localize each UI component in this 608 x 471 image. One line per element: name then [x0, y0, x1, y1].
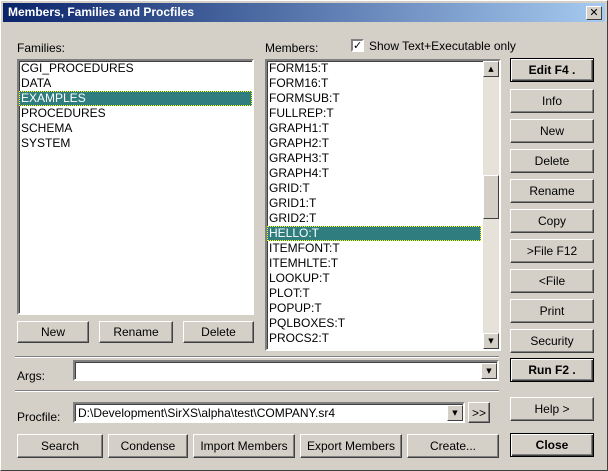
- families-list-item[interactable]: EXAMPLES: [19, 91, 252, 106]
- families-list-item[interactable]: CGI_PROCEDURES: [19, 61, 252, 76]
- file-out-label: >File F12: [526, 244, 578, 258]
- triangle-down-icon: ▼: [488, 337, 494, 345]
- run-button[interactable]: Run F2 .: [510, 358, 594, 382]
- members-list-item[interactable]: GRAPH1:T: [267, 121, 481, 136]
- args-label: Args:: [17, 369, 46, 383]
- families-list-item[interactable]: SYSTEM: [19, 136, 252, 151]
- members-list-item[interactable]: POPUP:T: [267, 301, 481, 316]
- families-list[interactable]: CGI_PROCEDURES DATA EXAMPLES PROCEDURES SCHE…: [17, 59, 254, 315]
- members-list-item[interactable]: GRID1:T: [267, 196, 481, 211]
- members-list-item[interactable]: GRID2:T: [267, 211, 481, 226]
- separator-2: [15, 390, 499, 392]
- family-delete-button[interactable]: Delete: [183, 321, 254, 343]
- members-list-item[interactable]: GRAPH3:T: [267, 151, 481, 166]
- help-label: Help >: [534, 402, 570, 416]
- info-label: Info: [541, 94, 562, 108]
- checkmark-icon: ✓: [353, 39, 363, 52]
- import-members-button[interactable]: Import Members: [193, 434, 295, 458]
- members-list[interactable]: FORM15:T FORM16:T FORMSUB:T FULLREP:T GRAPH1…: [267, 61, 481, 349]
- search-label: Search: [40, 439, 80, 453]
- members-list-item[interactable]: GRAPH2:T: [267, 136, 481, 151]
- window-title: Members, Families and Procfiles: [8, 5, 195, 19]
- rename-member-label: Rename: [529, 184, 575, 198]
- show-text-checkbox[interactable]: ✓: [351, 39, 364, 52]
- members-list-item[interactable]: PROCS2:T: [267, 331, 481, 346]
- scroll-down-button[interactable]: ▼: [483, 333, 499, 349]
- args-combo[interactable]: ▼: [73, 360, 499, 381]
- file-in-button[interactable]: <File: [510, 269, 594, 293]
- close-button[interactable]: Close: [510, 433, 594, 457]
- security-button[interactable]: Security: [510, 329, 594, 353]
- scroll-up-button[interactable]: ▲: [483, 61, 499, 77]
- members-label: Members:: [265, 41, 319, 55]
- edit-label: Edit F4 .: [528, 63, 576, 77]
- members-list-item[interactable]: PQLBOXES:T: [267, 316, 481, 331]
- print-label: Print: [539, 304, 565, 318]
- members-list-frame: FORM15:T FORM16:T FORMSUB:T FULLREP:T GRAPH1…: [265, 59, 501, 351]
- family-delete-label: Delete: [201, 325, 236, 339]
- members-list-item[interactable]: FULLREP:T: [267, 106, 481, 121]
- export-members-label: Export Members: [306, 439, 396, 453]
- members-list-item[interactable]: LOOKUP:T: [267, 271, 481, 286]
- copy-label: Copy: [537, 214, 566, 228]
- members-list-item[interactable]: ITEMFONT:T: [267, 241, 481, 256]
- family-rename-label: Rename: [113, 325, 159, 339]
- condense-label: Condense: [120, 439, 176, 453]
- separator: [15, 356, 499, 358]
- print-button[interactable]: Print: [510, 299, 594, 323]
- families-label: Families:: [17, 41, 66, 55]
- families-list-item[interactable]: SCHEMA: [19, 121, 252, 136]
- members-list-item[interactable]: GRID:T: [267, 181, 481, 196]
- export-members-button[interactable]: Export Members: [300, 434, 402, 458]
- members-list-item[interactable]: FORM15:T: [267, 61, 481, 76]
- help-button[interactable]: Help >: [510, 397, 594, 421]
- family-rename-button[interactable]: Rename: [99, 321, 173, 343]
- scroll-thumb[interactable]: [483, 175, 499, 219]
- members-list-item[interactable]: PLOT:T: [267, 286, 481, 301]
- procfile-more-button[interactable]: >>: [468, 402, 490, 423]
- condense-button[interactable]: Condense: [108, 434, 188, 458]
- file-in-label: <File: [538, 274, 566, 288]
- close-icon: ✕: [589, 6, 599, 19]
- create-button[interactable]: Create...: [407, 434, 499, 458]
- triangle-up-icon: ▲: [488, 65, 494, 73]
- members-scrollbar[interactable]: ▲ ▼: [483, 61, 499, 349]
- families-list-item[interactable]: PROCEDURES: [19, 106, 252, 121]
- new-member-button[interactable]: New: [510, 119, 594, 143]
- procfile-combo[interactable]: D:\Development\SirXS\alpha\test\COMPANY.…: [73, 402, 465, 423]
- close-label: Close: [535, 438, 569, 452]
- new-member-label: New: [539, 124, 564, 138]
- info-button[interactable]: Info: [510, 89, 594, 113]
- members-list-item[interactable]: FORM16:T: [267, 76, 481, 91]
- run-label: Run F2 .: [528, 363, 576, 377]
- import-members-label: Import Members: [200, 439, 288, 453]
- members-list-item[interactable]: GRAPH4:T: [267, 166, 481, 181]
- chevron-down-icon: ▼: [452, 409, 458, 417]
- procfile-label: Procfile:: [17, 410, 61, 424]
- delete-member-button[interactable]: Delete: [510, 149, 594, 173]
- copy-button[interactable]: Copy: [510, 209, 594, 233]
- edit-button[interactable]: Edit F4 .: [510, 58, 594, 82]
- procfile-more-label: >>: [471, 405, 486, 420]
- title-bar: Members, Families and Procfiles ✕: [3, 3, 605, 22]
- close-window-button[interactable]: ✕: [586, 6, 602, 20]
- show-text-label: Show Text+Executable only: [369, 39, 516, 53]
- members-list-item[interactable]: HELLO:T: [267, 226, 481, 241]
- procfile-dropdown-button[interactable]: ▼: [447, 405, 463, 421]
- file-out-button[interactable]: >File F12: [510, 239, 594, 263]
- members-list-item[interactable]: FORMSUB:T: [267, 91, 481, 106]
- members-list-item[interactable]: ITEMHLTE:T: [267, 256, 481, 271]
- procfile-input[interactable]: D:\Development\SirXS\alpha\test\COMPANY.…: [78, 406, 335, 420]
- create-label: Create...: [429, 439, 477, 453]
- security-label: Security: [530, 334, 574, 348]
- args-dropdown-button[interactable]: ▼: [481, 363, 497, 379]
- family-new-button[interactable]: New: [17, 321, 89, 343]
- search-button[interactable]: Search: [17, 434, 103, 458]
- chevron-down-icon: ▼: [486, 367, 492, 375]
- members-families-dialog: Members, Families and Procfiles ✕ Famili…: [0, 0, 608, 471]
- family-new-label: New: [40, 325, 65, 339]
- rename-member-button[interactable]: Rename: [510, 179, 594, 203]
- delete-member-label: Delete: [534, 154, 570, 168]
- families-list-item[interactable]: DATA: [19, 76, 252, 91]
